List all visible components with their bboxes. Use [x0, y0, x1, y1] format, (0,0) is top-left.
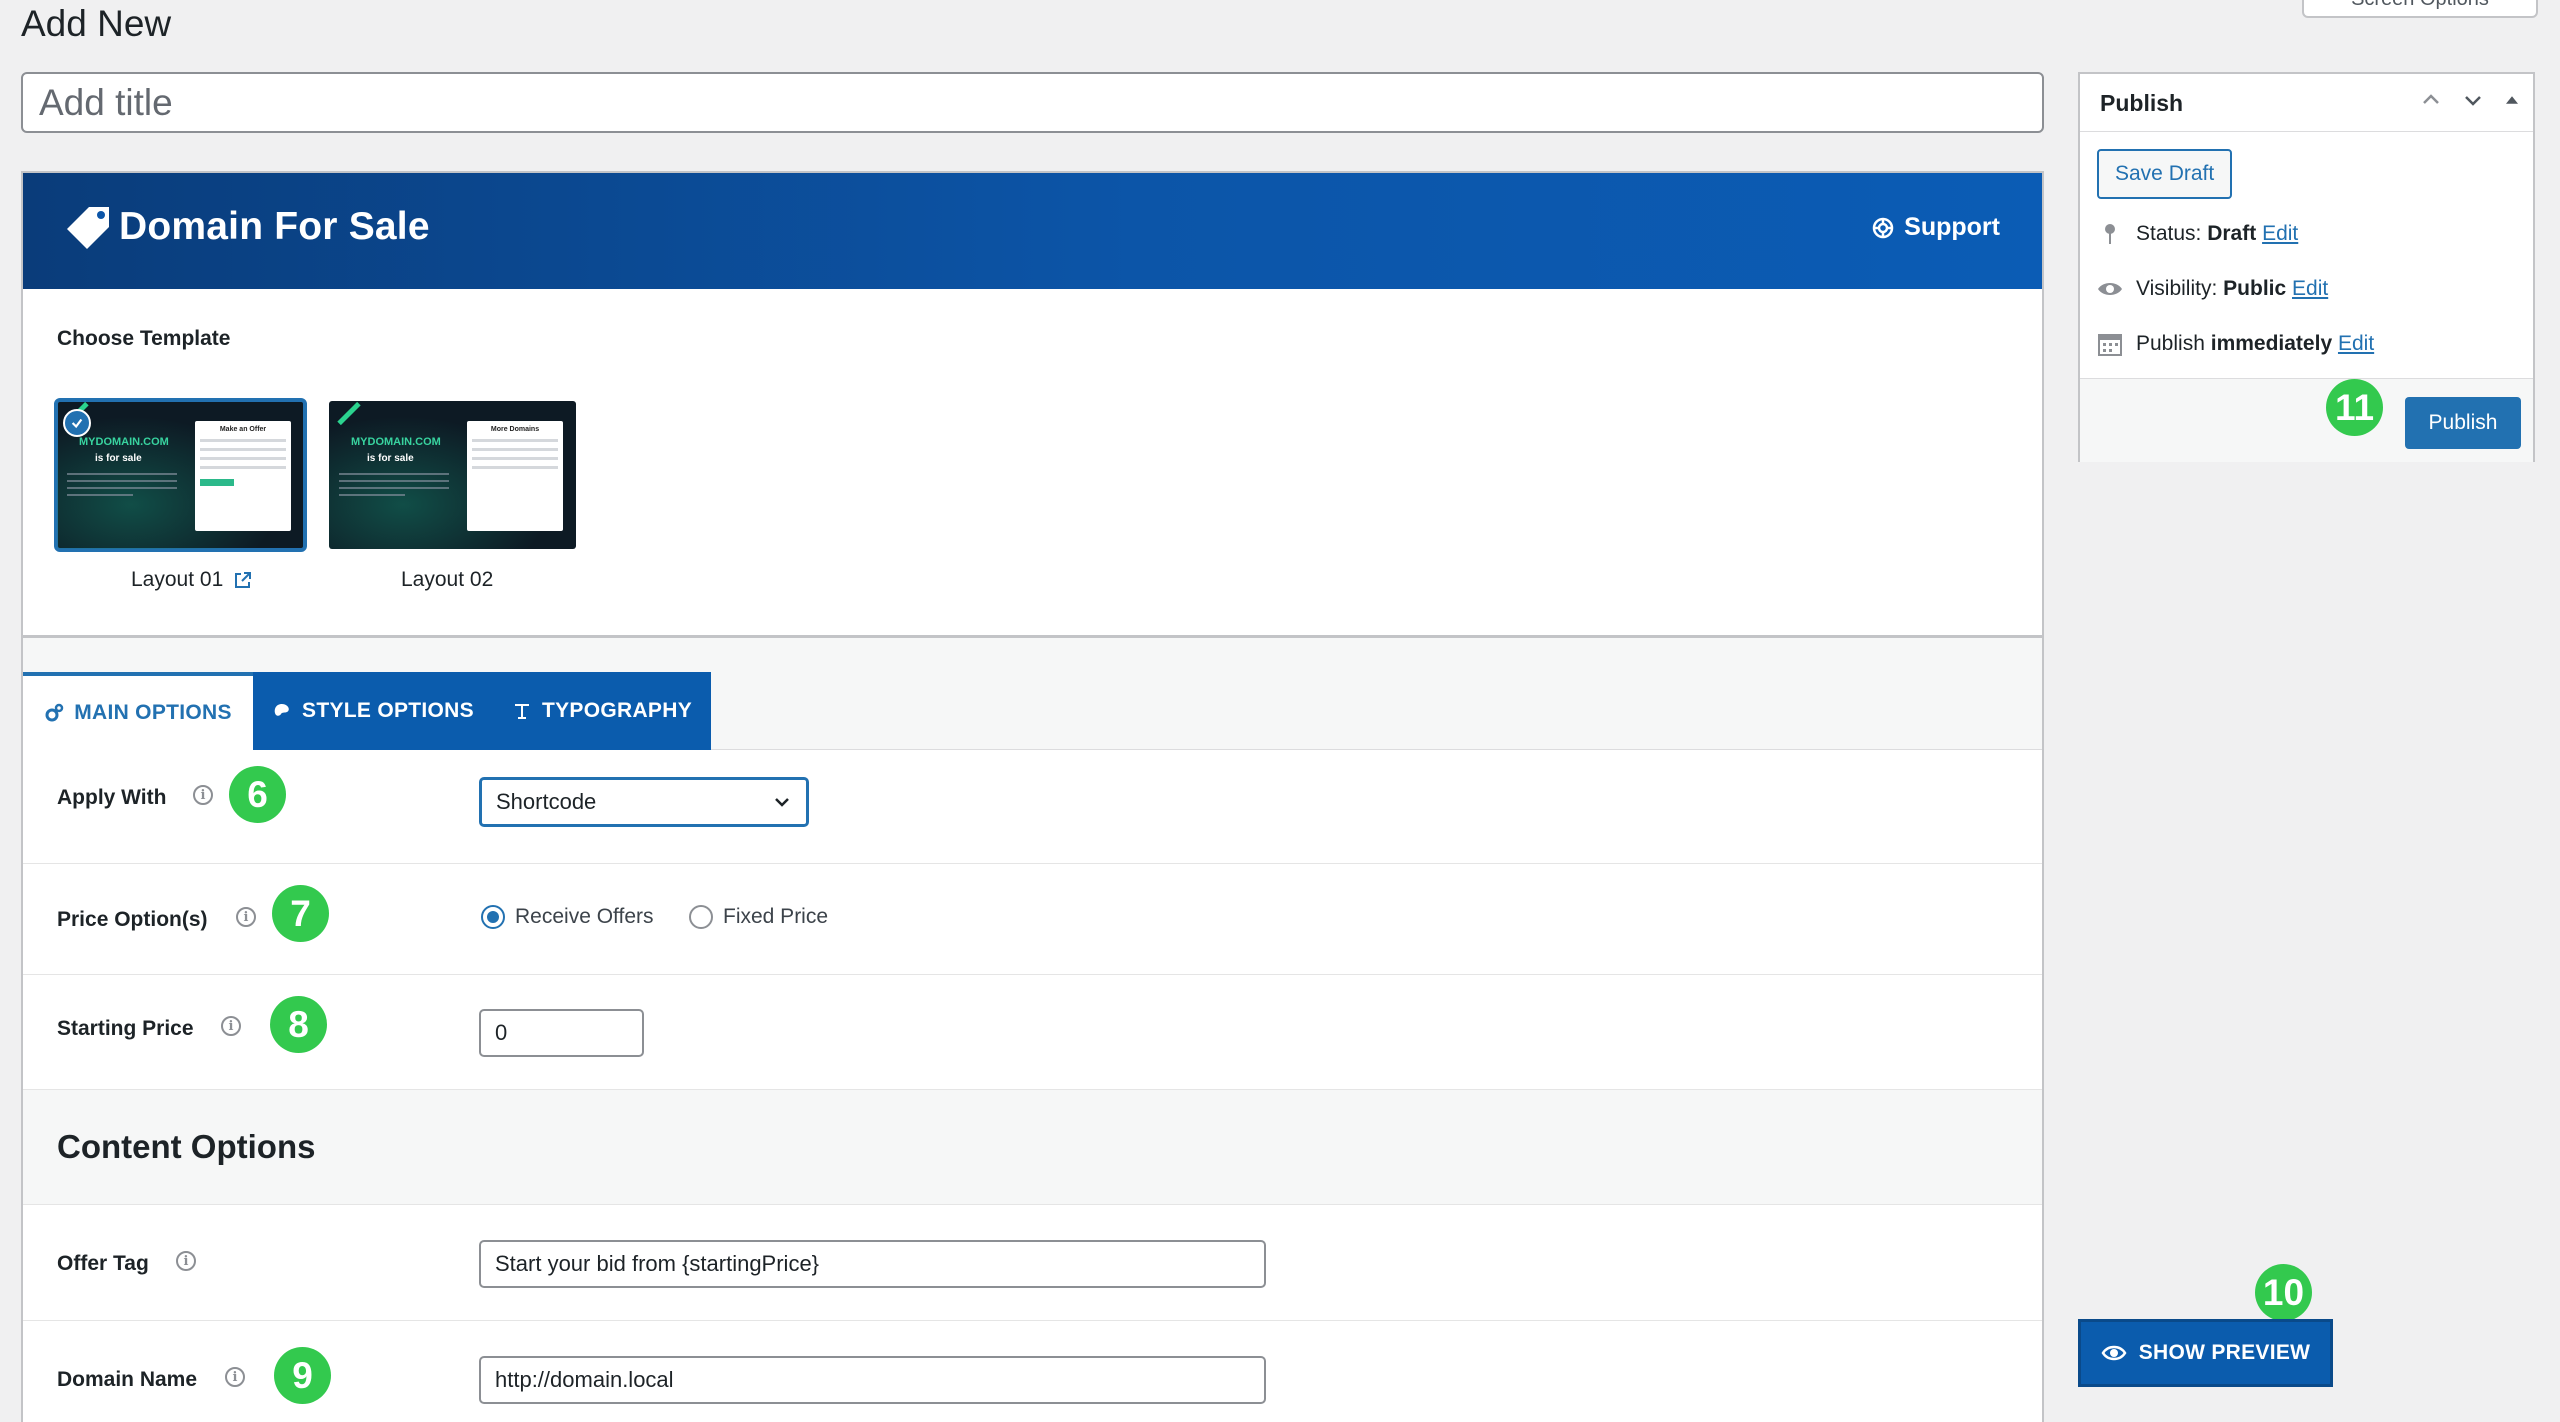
chevron-down-icon[interactable] [2461, 88, 2485, 112]
visibility-line: Visibility: Public Edit [2096, 275, 2328, 303]
radio-dot[interactable] [689, 905, 713, 929]
tab-typography[interactable]: TYPOGRAPHY [493, 672, 711, 750]
template-offer-card: Make an Offer [195, 421, 291, 531]
starting-price-input[interactable]: 0 [479, 1009, 644, 1057]
plugin-name: Domain For Sale [119, 205, 430, 248]
step-badge: 9 [274, 1347, 331, 1404]
collapse-triangle-icon[interactable] [2503, 91, 2521, 109]
template-brand: MYDOMAIN.COM [351, 436, 441, 448]
template-brand: MYDOMAIN.COM [79, 436, 169, 448]
apply-with-label: Apply With [57, 786, 167, 809]
starting-price-label: Starting Price [57, 1017, 194, 1040]
radio-receive-offers[interactable]: Receive Offers [481, 905, 654, 929]
palette-icon [274, 704, 289, 716]
plugin-header: Domain For Sale Support [23, 173, 2042, 289]
save-draft-button[interactable]: Save Draft [2097, 149, 2233, 199]
template-label-layout-01: Layout 01 [131, 568, 253, 592]
screen-options-button[interactable]: Screen Options [2302, 0, 2538, 18]
domain-name-input[interactable]: http://domain.local [479, 1356, 1266, 1404]
selected-check-icon [63, 409, 91, 437]
publish-schedule-line: Publish immediately Edit [2096, 330, 2374, 358]
domain-name-label: Domain Name [57, 1368, 198, 1391]
step-badge: 10 [2255, 1264, 2312, 1321]
starting-price-row: Starting Price i 8 0 [23, 975, 2042, 1090]
eye-icon [2098, 283, 2122, 295]
eye-icon [2101, 1345, 2127, 1361]
edit-visibility-link[interactable]: Edit [2292, 277, 2328, 300]
tab-style-options[interactable]: STYLE OPTIONS [253, 672, 493, 750]
publish-box: Publish Save Draft Status: Draft Edit Vi… [2078, 72, 2535, 462]
gears-icon [45, 703, 64, 722]
publish-button[interactable]: Publish [2405, 397, 2521, 449]
info-icon[interactable]: i [193, 785, 213, 805]
radio-dot[interactable] [481, 905, 505, 929]
tab-main-options[interactable]: MAIN OPTIONS [23, 672, 253, 750]
template-sale-text: is for sale [367, 453, 414, 464]
step-badge: 6 [229, 766, 286, 823]
template-domains-card: More Domains [467, 421, 563, 531]
domain-for-sale-panel: Domain For Sale Support Choose Template … [21, 171, 2044, 1422]
template-layout-01[interactable]: MYDOMAIN.COM is for sale Make an Offer [54, 398, 307, 552]
offer-tag-label: Offer Tag [57, 1252, 149, 1275]
content-options-title: Content Options [57, 1128, 316, 1165]
price-options-row: Price Option(s) i 7 Receive Offers Fixed… [23, 864, 2042, 975]
step-badge: 7 [272, 885, 329, 942]
info-icon[interactable]: i [221, 1016, 241, 1036]
step-badge: 8 [270, 996, 327, 1053]
offer-tag-row: Offer Tag i Start your bid from {startin… [23, 1205, 2042, 1321]
template-label-layout-02: Layout 02 [401, 568, 494, 591]
publish-title: Publish [2100, 90, 2184, 116]
price-options-label: Price Option(s) [57, 908, 208, 931]
choose-template-heading: Choose Template [57, 327, 231, 350]
support-link[interactable]: Support [1872, 213, 2000, 242]
external-link-icon[interactable] [233, 570, 253, 590]
domain-name-row: Domain Name i 9 http://domain.local [23, 1321, 2042, 1422]
lifebuoy-icon [1872, 217, 1894, 238]
radio-fixed-price[interactable]: Fixed Price [689, 905, 828, 929]
edit-schedule-link[interactable]: Edit [2338, 332, 2374, 355]
info-icon[interactable]: i [236, 907, 256, 927]
step-badge: 11 [2326, 379, 2383, 436]
status-line: Status: Draft Edit [2096, 220, 2298, 248]
template-sale-text: is for sale [95, 453, 142, 464]
pin-icon [2105, 224, 2115, 244]
content-options-section: Content Options [23, 1090, 2042, 1205]
chevron-down-icon [775, 798, 789, 807]
show-preview-button[interactable]: SHOW PREVIEW [2078, 1319, 2333, 1387]
edit-status-link[interactable]: Edit [2262, 222, 2298, 245]
calendar-icon [2098, 334, 2122, 356]
publish-actions: 11 Publish [2080, 378, 2533, 462]
apply-with-row: Apply With i 6 Shortcode [23, 750, 2042, 864]
plugin-logo: Domain For Sale [65, 203, 430, 251]
tag-icon [67, 207, 109, 249]
page-title: Add New [21, 3, 172, 44]
apply-with-select[interactable]: Shortcode [479, 777, 809, 827]
info-icon[interactable]: i [176, 1251, 196, 1271]
template-layout-02[interactable]: MYDOMAIN.COM is for sale More Domains [329, 401, 576, 549]
options-tabs: MAIN OPTIONS STYLE OPTIONS TYPOGRAPHY [23, 638, 2042, 750]
text-icon [514, 704, 529, 719]
info-icon[interactable]: i [225, 1367, 245, 1387]
chevron-up-icon[interactable] [2419, 88, 2443, 112]
publish-header: Publish [2080, 74, 2533, 132]
title-input[interactable] [21, 72, 2044, 133]
offer-tag-input[interactable]: Start your bid from {startingPrice} [479, 1240, 1266, 1288]
